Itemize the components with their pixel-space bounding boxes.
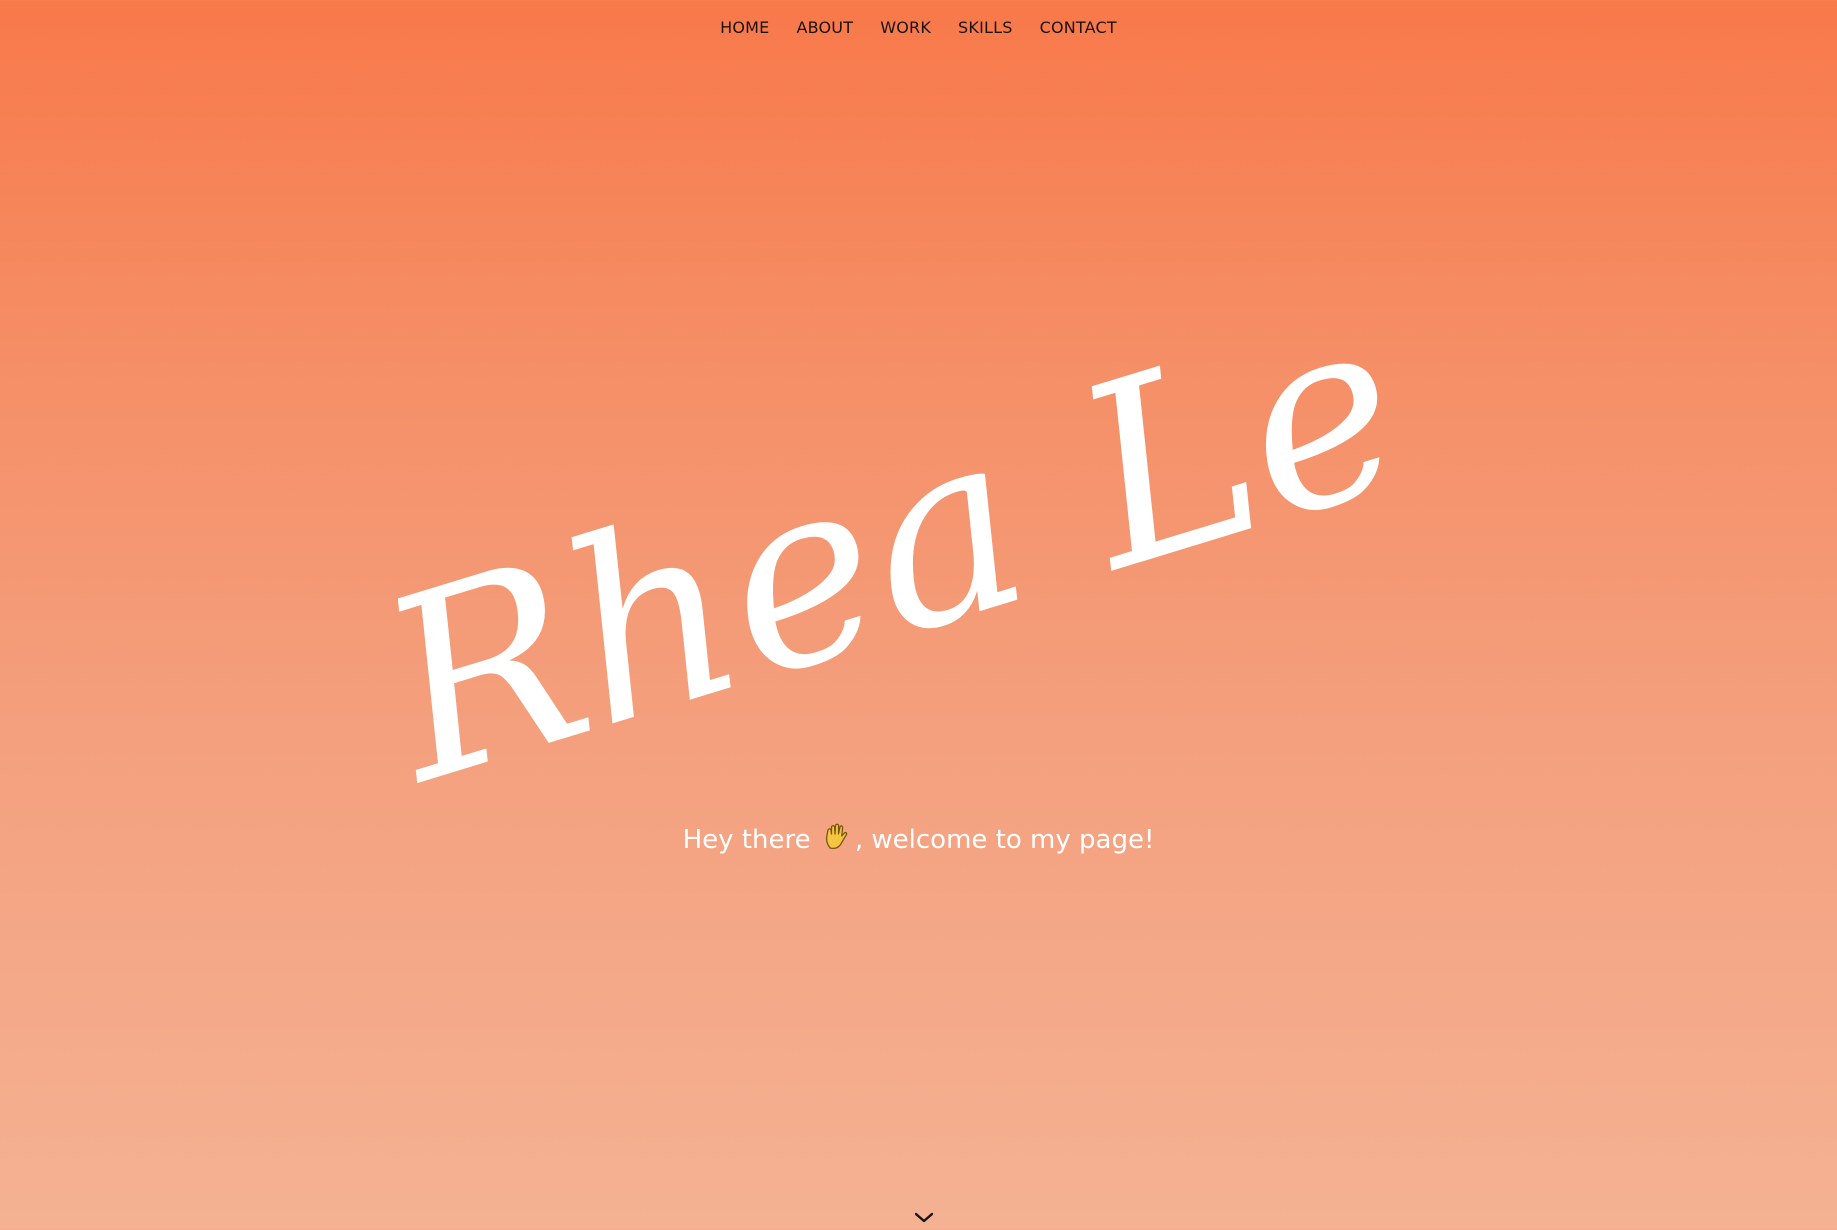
- nav-link-contact[interactable]: CONTACT: [1040, 18, 1117, 37]
- greeting-text-end: , welcome to my page!: [854, 825, 1155, 855]
- scroll-down-button[interactable]: [910, 1208, 938, 1228]
- waving-hand-icon: [822, 822, 852, 859]
- hero-title-text: Rhea Le: [349, 330, 1432, 810]
- greeting-text-start: Hey there: [682, 825, 811, 855]
- nav-link-about[interactable]: ABOUT: [796, 18, 853, 37]
- nav-link-home[interactable]: HOME: [720, 18, 769, 37]
- hero-greeting: Hey there , welcome to my page!: [0, 822, 1837, 859]
- top-navigation: HOME ABOUT WORK SKILLS CONTACT: [0, 0, 1837, 54]
- hero-title: Rhea Le: [0, 330, 1837, 810]
- nav-link-work[interactable]: WORK: [880, 18, 931, 37]
- nav-link-skills[interactable]: SKILLS: [958, 18, 1013, 37]
- chevron-down-icon: [914, 1212, 934, 1223]
